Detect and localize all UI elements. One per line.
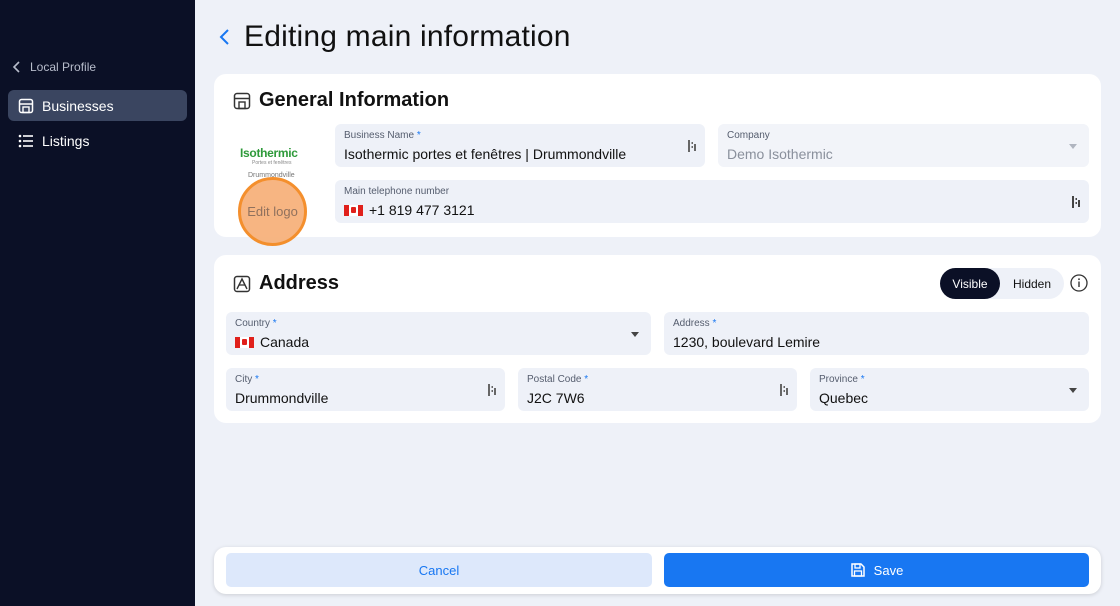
page-header: Editing main information xyxy=(218,20,571,54)
translate-icon[interactable] xyxy=(779,383,789,402)
province-select[interactable]: Province * Quebec xyxy=(810,368,1089,411)
save-button[interactable]: Save xyxy=(664,553,1089,587)
business-name-field[interactable]: Business Name * Isothermic portes et fen… xyxy=(335,124,705,167)
chevron-left-icon xyxy=(12,61,20,73)
general-information-card: General Information Isothermic Portes et… xyxy=(214,74,1101,246)
country-select[interactable]: Country * Canada xyxy=(226,312,651,355)
store-icon xyxy=(233,92,251,109)
save-label: Save xyxy=(873,562,904,578)
translate-icon[interactable] xyxy=(1071,195,1081,214)
general-information-header: General Information xyxy=(233,89,449,112)
sidebar: Local Profile Businesses Listings xyxy=(0,0,195,606)
info-icon[interactable] xyxy=(1070,274,1088,297)
company-select[interactable]: Company Demo Isothermic xyxy=(718,124,1089,167)
list-icon xyxy=(18,134,33,147)
company-label: Company xyxy=(727,130,770,141)
main-telephone-value: +1 819 477 3121 xyxy=(344,202,1080,218)
edit-logo-label: Edit logo xyxy=(247,204,298,219)
postal-code-value: J2C 7W6 xyxy=(527,390,585,406)
edit-logo-button[interactable]: Edit logo xyxy=(238,177,307,246)
translate-icon[interactable] xyxy=(687,139,697,158)
country-value: Canada xyxy=(235,334,642,350)
main-telephone-label: Main telephone number xyxy=(344,186,450,197)
main-telephone-field[interactable]: Main telephone number +1 819 477 3121 xyxy=(335,180,1089,223)
store-icon xyxy=(18,98,34,113)
chevron-down-icon xyxy=(1069,144,1077,149)
country-label: Country * xyxy=(235,318,277,329)
translate-icon[interactable] xyxy=(487,383,497,402)
logo-brand: Isothermic xyxy=(240,146,298,160)
hidden-option[interactable]: Hidden xyxy=(1000,268,1064,299)
postal-code-label: Postal Code * xyxy=(527,374,589,385)
chevron-down-icon xyxy=(1069,388,1077,393)
cancel-button[interactable]: Cancel xyxy=(226,553,652,587)
address-card: Address Visible Hidden Country * Canada … xyxy=(214,255,1101,423)
back-button[interactable] xyxy=(218,28,232,46)
back-link-label: Local Profile xyxy=(30,60,97,74)
canada-flag-icon xyxy=(235,336,254,348)
canada-flag-icon xyxy=(344,204,363,216)
map-icon xyxy=(233,275,251,292)
sidebar-item-label: Listings xyxy=(42,132,90,149)
logo-tagline: Portes et fenêtres xyxy=(252,160,292,166)
address-header: Address xyxy=(233,272,339,295)
form-footer: Cancel Save xyxy=(214,547,1101,594)
visible-option[interactable]: Visible xyxy=(940,268,1000,299)
province-label: Province * xyxy=(819,374,865,385)
page-title: Editing main information xyxy=(244,20,571,53)
sidebar-item-label: Businesses xyxy=(42,97,114,114)
back-to-local-profile[interactable]: Local Profile xyxy=(12,60,96,74)
postal-code-field[interactable]: Postal Code * J2C 7W6 xyxy=(518,368,797,411)
province-value: Quebec xyxy=(819,390,869,406)
chevron-left-icon xyxy=(219,29,229,45)
address-title: Address xyxy=(259,272,340,294)
visibility-toggle: Visible Hidden xyxy=(940,268,1064,299)
city-field[interactable]: City * Drummondville xyxy=(226,368,505,411)
city-label: City * xyxy=(235,374,259,385)
company-value: Demo Isothermic xyxy=(727,146,833,162)
general-information-title: General Information xyxy=(259,89,450,111)
save-icon xyxy=(850,563,865,577)
business-name-value: Isothermic portes et fenêtres | Drummond… xyxy=(344,146,627,162)
business-name-label: Business Name * xyxy=(344,130,421,141)
chevron-down-icon xyxy=(631,332,639,337)
address-label: Address * xyxy=(673,318,717,329)
address-value: 1230, boulevard Lemire xyxy=(673,334,821,350)
sidebar-item-businesses[interactable]: Businesses xyxy=(8,90,187,121)
address-field[interactable]: Address * 1230, boulevard Lemire xyxy=(664,312,1089,355)
city-value: Drummondville xyxy=(235,390,329,406)
sidebar-item-listings[interactable]: Listings xyxy=(8,125,187,156)
